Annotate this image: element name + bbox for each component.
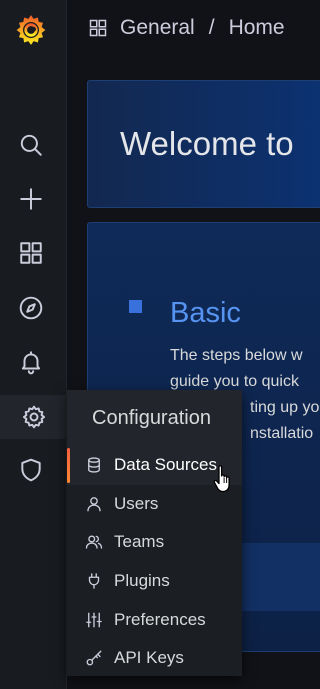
basic-line: The steps below w (170, 347, 303, 364)
menu-item-label: Users (114, 493, 159, 513)
gear-icon (22, 405, 45, 429)
bell-icon (21, 351, 41, 375)
menu-item-label: Plugins (114, 571, 170, 591)
menu-item-label: Teams (114, 532, 165, 552)
sliders-icon (83, 609, 105, 631)
menu-item-label: Data Sources (114, 455, 217, 475)
shield-icon (21, 458, 41, 482)
breadcrumb-folder[interactable]: General (120, 16, 195, 40)
side-menu (0, 0, 67, 689)
welcome-title: Welcome to (120, 125, 294, 162)
users-icon (83, 531, 105, 553)
compass-icon (19, 296, 43, 320)
sidebar-item-search[interactable] (0, 123, 62, 167)
breadcrumb-dashboard[interactable]: Home (229, 16, 285, 40)
menu-item-plugins[interactable]: Plugins (67, 562, 242, 601)
menu-item-api-keys[interactable]: API Keys (67, 639, 242, 678)
database-icon (83, 454, 105, 476)
basic-title: Basic (170, 297, 241, 329)
key-icon (83, 647, 105, 669)
sidebar-item-server-admin[interactable] (0, 448, 62, 492)
configuration-dropdown: Configuration Data Sources Users Teams P… (67, 390, 242, 676)
sidebar-item-alerting[interactable] (0, 340, 62, 384)
menu-item-teams[interactable]: Teams (67, 523, 242, 562)
sidebar-item-create[interactable] (0, 177, 62, 221)
plus-icon (20, 188, 42, 210)
step-bullet (129, 300, 142, 313)
sidebar-item-dashboards[interactable] (0, 231, 62, 275)
sidebar-item-configuration[interactable] (0, 395, 67, 439)
apps-icon (20, 242, 42, 264)
apps-icon (89, 19, 107, 37)
menu-item-preferences[interactable]: Preferences (67, 600, 242, 639)
welcome-panel: Welcome to (87, 80, 320, 208)
user-icon (83, 493, 105, 515)
menu-item-label: API Keys (114, 648, 184, 668)
breadcrumb-separator: / (208, 16, 215, 39)
hand-cursor-icon (213, 465, 230, 493)
grafana-logo-icon (16, 15, 46, 45)
menu-item-label: Preferences (114, 609, 206, 629)
grafana-logo[interactable] (0, 8, 62, 52)
plug-icon (83, 570, 105, 592)
sidebar-item-explore[interactable] (0, 286, 62, 330)
search-icon (20, 134, 42, 156)
top-navbar: General / Home (68, 0, 308, 56)
configuration-header[interactable]: Configuration (67, 390, 242, 446)
